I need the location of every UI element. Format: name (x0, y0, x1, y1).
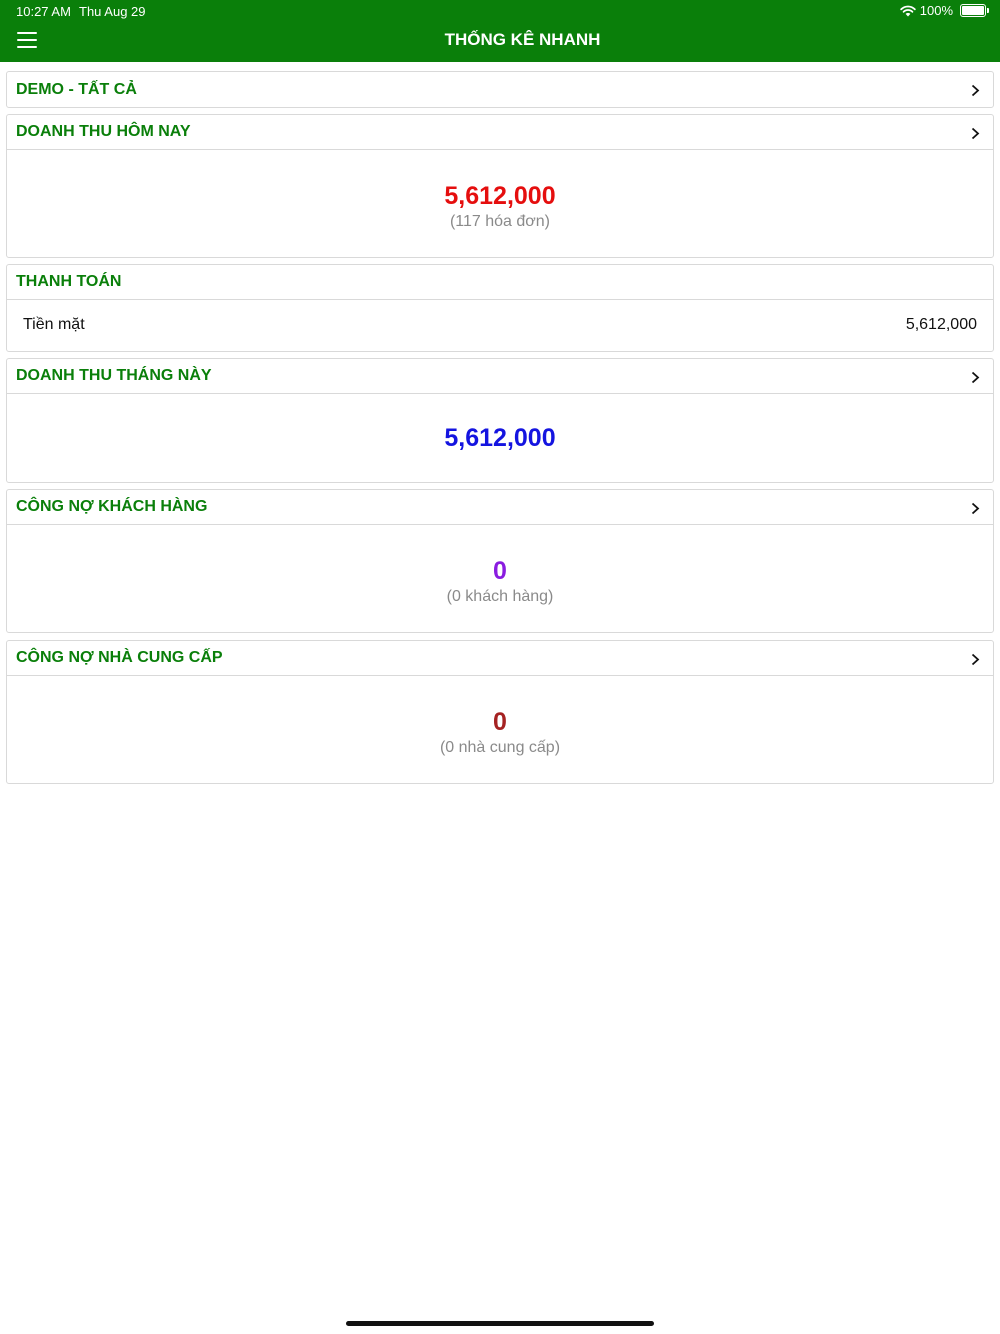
chevron-right-icon (971, 371, 980, 384)
store-label: DEMO - TẤT CẢ (16, 80, 137, 98)
today-revenue-body: 5,612,000 (117 hóa đơn) (7, 150, 993, 257)
today-revenue-header[interactable]: DOANH THU HÔM NAY (7, 115, 993, 150)
today-revenue-value: 5,612,000 (444, 182, 556, 210)
month-revenue-label: DOANH THU THÁNG NÀY (16, 367, 212, 384)
wifi-icon (900, 5, 916, 17)
supplier-debt-body: 0 (0 nhà cung cấp) (7, 676, 993, 783)
payment-header: THANH TOÁN (7, 265, 993, 300)
status-indicators: 100% (900, 3, 989, 18)
status-time: 10:27 AM (16, 4, 71, 19)
payment-amount: 5,612,000 (905, 316, 977, 333)
home-indicator[interactable] (346, 1321, 654, 1326)
month-revenue-value: 5,612,000 (444, 423, 556, 452)
supplier-debt-card: CÔNG NỢ NHÀ CUNG CẤP 0 (0 nhà cung cấp) (6, 640, 994, 784)
status-date: Thu Aug 29 (79, 4, 146, 19)
chevron-right-icon (971, 127, 980, 140)
supplier-debt-value: 0 (493, 708, 507, 736)
customer-debt-value: 0 (493, 557, 507, 585)
battery-icon (960, 4, 989, 17)
today-invoice-count: (117 hóa đơn) (449, 213, 551, 230)
customer-debt-card: CÔNG NỢ KHÁCH HÀNG 0 (0 khách hàng) (6, 489, 994, 633)
payment-card: THANH TOÁN Tiền mặt 5,612,000 (6, 264, 994, 352)
customer-count: (0 khách hàng) (446, 588, 554, 605)
page-title: THỐNG KÊ NHANH (444, 30, 601, 49)
customer-debt-header[interactable]: CÔNG NỢ KHÁCH HÀNG (7, 490, 993, 525)
supplier-debt-label: CÔNG NỢ NHÀ CUNG CẤP (16, 649, 223, 666)
store-selector-header[interactable]: DEMO - TẤT CẢ (7, 72, 993, 107)
month-revenue-body: 5,612,000 (7, 394, 993, 482)
month-revenue-header[interactable]: DOANH THU THÁNG NÀY (7, 359, 993, 394)
customer-debt-label: CÔNG NỢ KHÁCH HÀNG (16, 498, 208, 515)
chevron-right-icon (971, 502, 980, 515)
customer-debt-body: 0 (0 khách hàng) (7, 525, 993, 632)
store-selector[interactable]: DEMO - TẤT CẢ (6, 71, 994, 108)
today-revenue-label: DOANH THU HÔM NAY (16, 123, 191, 140)
payment-label: THANH TOÁN (16, 273, 122, 290)
chevron-right-icon (971, 84, 980, 97)
month-revenue-card: DOANH THU THÁNG NÀY 5,612,000 (6, 358, 994, 483)
supplier-debt-header[interactable]: CÔNG NỢ NHÀ CUNG CẤP (7, 641, 993, 676)
supplier-count: (0 nhà cung cấp) (439, 739, 561, 756)
payment-row: Tiền mặt 5,612,000 (7, 300, 993, 350)
today-revenue-card: DOANH THU HÔM NAY 5,612,000 (117 hóa đơn… (6, 114, 994, 258)
chevron-right-icon (971, 653, 980, 666)
battery-percent: 100% (919, 3, 953, 18)
payment-method: Tiền mặt (23, 316, 85, 333)
top-navigation-bar: 10:27 AM Thu Aug 29 100% THỐNG KÊ NHANH (0, 0, 1000, 62)
